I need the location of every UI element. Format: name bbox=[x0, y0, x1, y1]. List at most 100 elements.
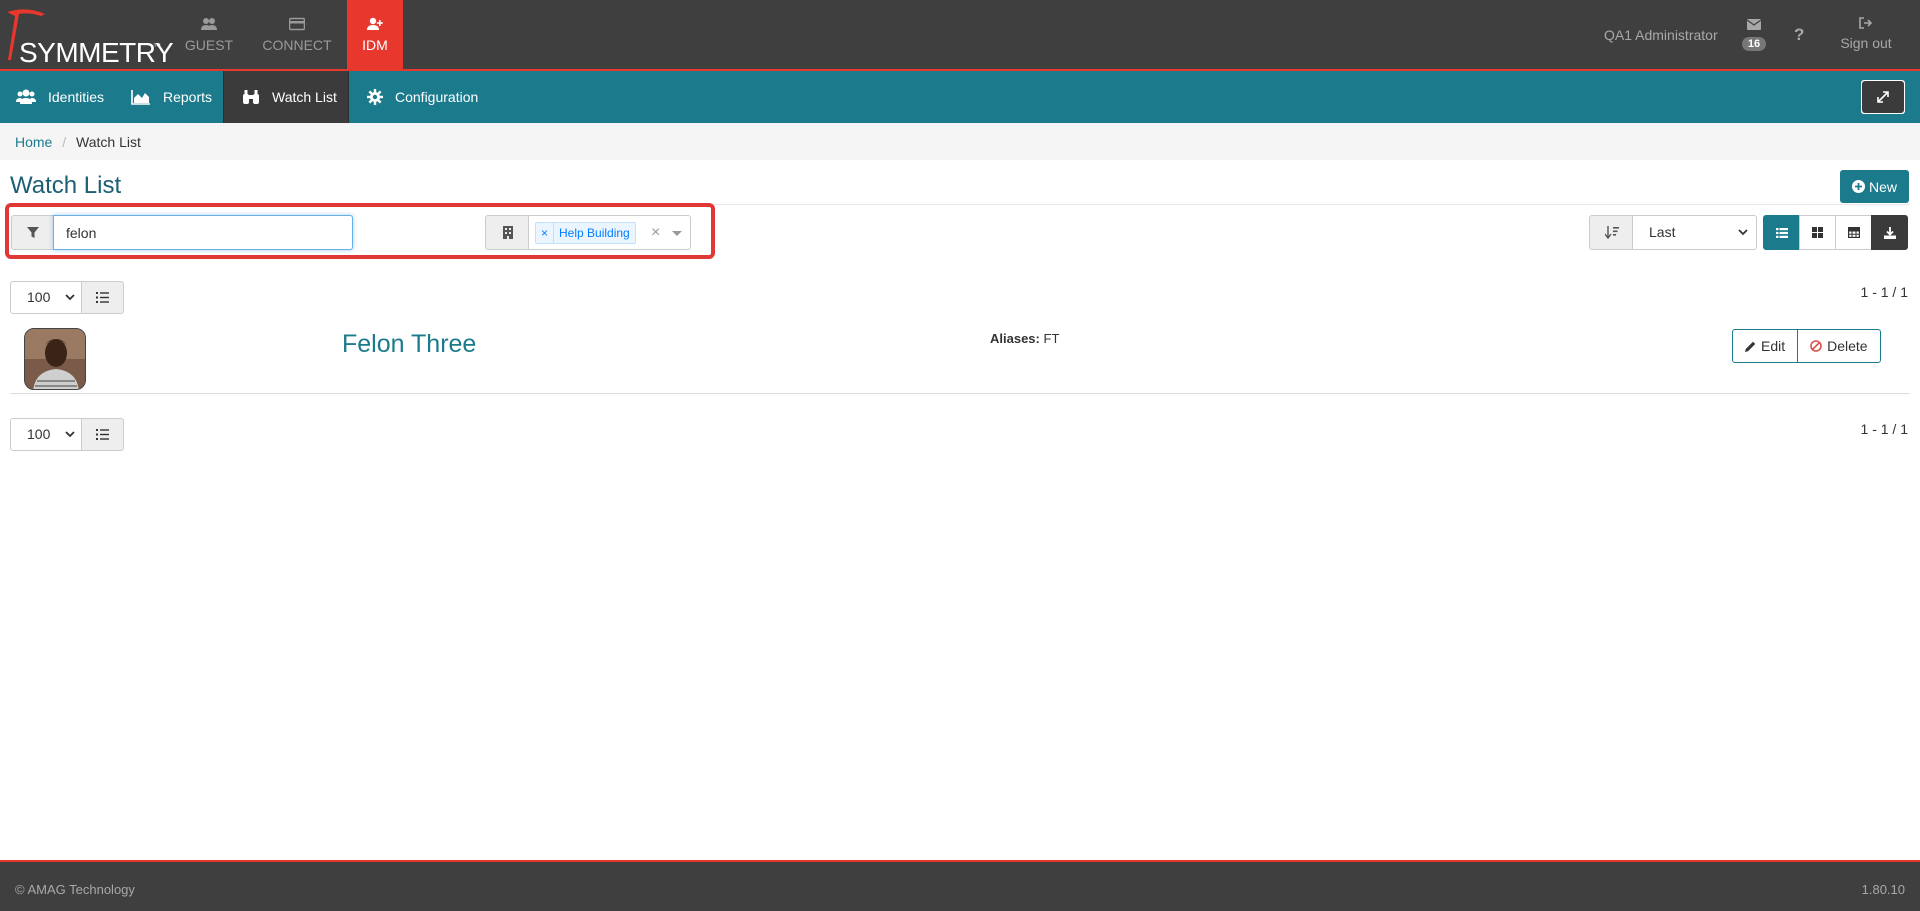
sort-addon bbox=[1589, 215, 1633, 250]
module-nav: Identities Reports Watch List Configurat… bbox=[0, 71, 1920, 123]
logo-text: SYMMETRY bbox=[19, 37, 174, 68]
page-size-value: 100 bbox=[27, 426, 51, 442]
grid-view-button[interactable] bbox=[1799, 215, 1836, 250]
user-name[interactable]: QA1 Administrator bbox=[1604, 27, 1718, 43]
list-options-button[interactable] bbox=[81, 281, 124, 314]
filter-addon bbox=[11, 215, 53, 250]
area-chart-icon bbox=[131, 90, 150, 105]
view-mode-group bbox=[1763, 215, 1908, 250]
footer: © AMAG Technology 1.80.10 bbox=[0, 860, 1920, 911]
pager-top: 100 bbox=[10, 281, 125, 314]
nav-identities[interactable]: Identities bbox=[16, 71, 104, 123]
page-size-select[interactable]: 100 bbox=[10, 281, 82, 314]
tag-label: Help Building bbox=[559, 226, 630, 240]
grid-view-icon bbox=[1812, 227, 1823, 238]
row-actions: Edit Delete bbox=[1732, 329, 1881, 363]
delete-button[interactable]: Delete bbox=[1797, 329, 1881, 363]
search-input[interactable] bbox=[53, 215, 353, 250]
identity-aliases: Aliases: FT bbox=[990, 331, 1059, 346]
app-idm[interactable]: IDM bbox=[347, 0, 403, 70]
chevron-down-icon bbox=[65, 431, 75, 438]
pencil-icon bbox=[1745, 341, 1756, 352]
nav-identities-label: Identities bbox=[48, 89, 105, 105]
help-button[interactable]: ? bbox=[1794, 25, 1804, 45]
nav-reports-label: Reports bbox=[163, 89, 213, 105]
table-view-icon bbox=[1847, 227, 1860, 238]
list-ordered-icon bbox=[96, 292, 109, 303]
download-button[interactable] bbox=[1871, 215, 1908, 250]
breadcrumb-home[interactable]: Home bbox=[15, 134, 52, 150]
app-idm-label: IDM bbox=[362, 37, 388, 53]
list-view-button[interactable] bbox=[1763, 215, 1800, 250]
breadcrumb-current: Watch List bbox=[76, 134, 141, 150]
list-view-icon bbox=[1775, 227, 1788, 238]
new-button[interactable]: New bbox=[1840, 170, 1909, 203]
chevron-down-icon bbox=[1738, 229, 1748, 236]
sort-icon bbox=[1604, 226, 1619, 239]
aliases-label: Aliases: bbox=[990, 331, 1040, 346]
breadcrumb: Home / Watch List bbox=[0, 123, 1920, 160]
row-divider bbox=[10, 393, 1910, 394]
ban-icon bbox=[1810, 340, 1822, 352]
users-icon bbox=[16, 89, 36, 104]
table-view-button[interactable] bbox=[1835, 215, 1872, 250]
logo-trademark: ™ bbox=[153, 42, 161, 51]
download-icon bbox=[1883, 226, 1896, 239]
nav-configuration-label: Configuration bbox=[395, 89, 479, 105]
new-button-label: New bbox=[1868, 178, 1897, 195]
nav-watch-list-label: Watch List bbox=[272, 89, 337, 105]
top-bar: SYMMETRY ™ GUEST CONNECT IDM QA1 Adminis… bbox=[0, 0, 1920, 71]
users-icon bbox=[201, 18, 217, 30]
sort-selected-value: Last bbox=[1649, 224, 1676, 240]
building-addon bbox=[485, 215, 529, 250]
fullscreen-button[interactable] bbox=[1861, 80, 1905, 114]
list-options-button[interactable] bbox=[81, 418, 124, 451]
page-size-select[interactable]: 100 bbox=[10, 418, 82, 451]
gear-icon bbox=[367, 89, 383, 105]
identity-name[interactable]: Felon Three bbox=[342, 330, 476, 359]
nav-reports[interactable]: Reports bbox=[131, 71, 212, 123]
result-count-top: 1 - 1 / 1 bbox=[1860, 284, 1908, 300]
expand-icon bbox=[1877, 91, 1889, 103]
nav-configuration[interactable]: Configuration bbox=[367, 71, 478, 123]
building-select[interactable]: × Help Building × bbox=[528, 215, 691, 250]
signout-icon bbox=[1859, 17, 1873, 29]
app-guest-label: GUEST bbox=[184, 37, 234, 53]
person-photo-icon bbox=[25, 329, 85, 389]
mail-count-badge: 16 bbox=[1741, 37, 1767, 51]
delete-button-label: Delete bbox=[1827, 338, 1868, 354]
filter-icon bbox=[26, 226, 39, 238]
clear-selection-button[interactable]: × bbox=[651, 224, 660, 242]
result-count-bottom: 1 - 1 / 1 bbox=[1860, 421, 1908, 437]
page-title: Watch List bbox=[10, 172, 122, 199]
list-ordered-icon bbox=[96, 429, 109, 440]
signout-button[interactable]: Sign out bbox=[1833, 17, 1899, 51]
symmetry-logo[interactable]: SYMMETRY ™ bbox=[5, 6, 174, 68]
building-tag: × Help Building bbox=[535, 222, 636, 244]
aliases-value: FT bbox=[1043, 331, 1060, 346]
edit-button[interactable]: Edit bbox=[1732, 329, 1799, 363]
card-icon bbox=[289, 17, 305, 31]
chevron-down-icon[interactable] bbox=[672, 231, 682, 236]
envelope-icon bbox=[1746, 19, 1762, 30]
breadcrumb-separator: / bbox=[62, 134, 67, 150]
app-connect-label: CONNECT bbox=[262, 37, 332, 53]
plus-circle-icon bbox=[1851, 180, 1865, 193]
identity-photo[interactable] bbox=[24, 328, 86, 390]
building-icon bbox=[502, 226, 513, 239]
page-size-value: 100 bbox=[27, 289, 51, 305]
copyright: © AMAG Technology bbox=[15, 882, 135, 897]
signout-label: Sign out bbox=[1840, 35, 1892, 51]
tag-remove-button[interactable]: × bbox=[536, 223, 555, 243]
version: 1.80.10 bbox=[1861, 882, 1905, 897]
nav-watch-list[interactable]: Watch List bbox=[223, 71, 349, 123]
app-connect[interactable]: CONNECT bbox=[252, 0, 342, 70]
edit-button-label: Edit bbox=[1761, 338, 1786, 354]
app-guest[interactable]: GUEST bbox=[174, 0, 244, 70]
mail-button[interactable]: 16 bbox=[1738, 17, 1770, 57]
binoculars-icon bbox=[243, 90, 259, 104]
add-user-icon bbox=[367, 17, 383, 30]
pager-bottom: 100 bbox=[10, 418, 125, 451]
chevron-down-icon bbox=[65, 294, 75, 301]
sort-select[interactable]: Last bbox=[1632, 215, 1757, 250]
